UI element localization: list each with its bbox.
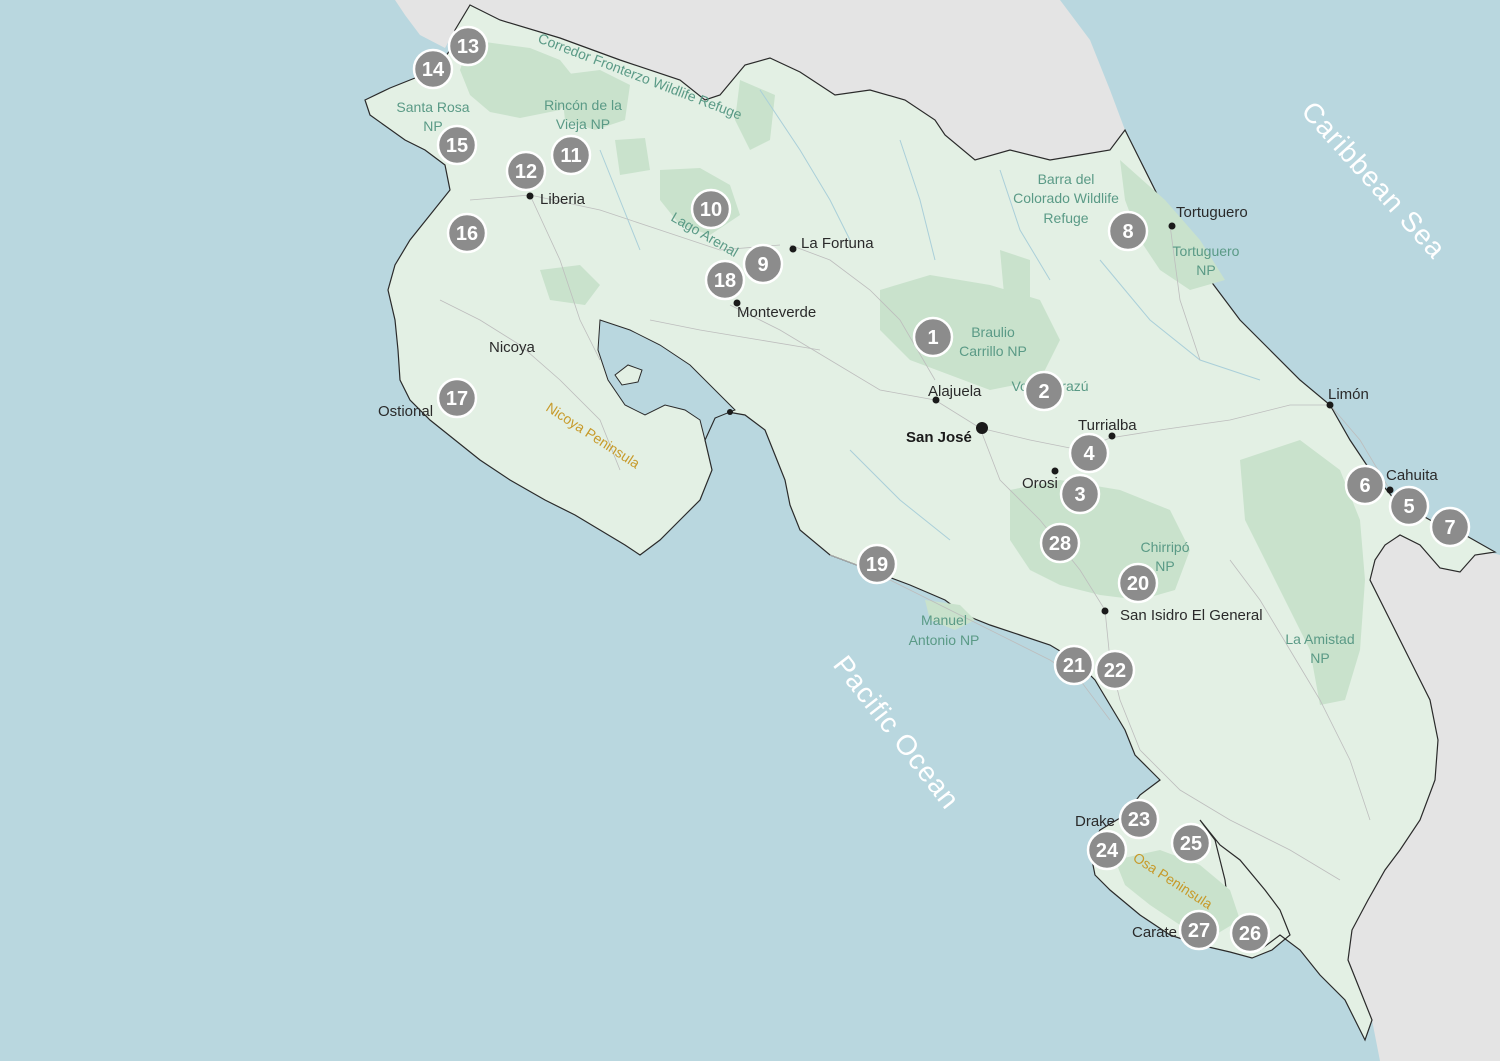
marker-4-label: 4 [1083, 443, 1095, 465]
marker-27-label: 27 [1188, 920, 1210, 942]
costa-rica-map: Caribbean Sea Pacific Ocean Nicoya Penin… [0, 0, 1500, 1061]
marker-7[interactable]: 7 [1429, 506, 1471, 548]
town-cahuita: Cahuita [1386, 467, 1438, 484]
marker-26[interactable]: 26 [1229, 912, 1271, 954]
marker-4[interactable]: 4 [1068, 432, 1110, 474]
marker-24[interactable]: 24 [1086, 829, 1128, 871]
marker-16-label: 16 [456, 223, 478, 245]
town-carate: Carate [1132, 924, 1177, 941]
marker-12[interactable]: 12 [505, 150, 547, 192]
santa-rosa-label: Santa Rosa [396, 99, 469, 115]
marker-17[interactable]: 17 [436, 377, 478, 419]
marker-21-label: 21 [1063, 655, 1085, 677]
marker-5-label: 5 [1403, 496, 1414, 518]
marker-2[interactable]: 2 [1023, 370, 1065, 412]
marker-26-label: 26 [1239, 923, 1261, 945]
manuel-antonio-label: Manuel [921, 612, 967, 628]
marker-22-label: 22 [1104, 660, 1126, 682]
la-amistad-np-label: NP [1310, 650, 1329, 666]
marker-23-label: 23 [1128, 809, 1150, 831]
town-alajuela: Alajuela [928, 383, 982, 400]
town-turrialba: Turrialba [1078, 417, 1137, 434]
marker-18-label: 18 [714, 270, 736, 292]
rincon-np-label: Vieja NP [556, 116, 610, 132]
marker-1[interactable]: 1 [912, 316, 954, 358]
marker-19-label: 19 [866, 554, 888, 576]
marker-18[interactable]: 18 [704, 259, 746, 301]
chirripo-np-label: NP [1155, 558, 1174, 574]
marker-23[interactable]: 23 [1118, 798, 1160, 840]
town-drake: Drake [1075, 813, 1115, 830]
marker-10-label: 10 [700, 199, 722, 221]
marker-17-label: 17 [446, 388, 468, 410]
town-orosi: Orosi [1022, 475, 1058, 492]
marker-25-label: 25 [1180, 833, 1202, 855]
marker-15-label: 15 [446, 135, 468, 157]
town-liberia: Liberia [540, 191, 586, 208]
marker-8-label: 8 [1122, 221, 1133, 243]
marker-2-label: 2 [1038, 381, 1049, 403]
marker-12-label: 12 [515, 161, 537, 183]
marker-15[interactable]: 15 [436, 124, 478, 166]
barra-colorado-label: Barra del [1038, 171, 1095, 187]
marker-14[interactable]: 14 [412, 48, 454, 90]
marker-8[interactable]: 8 [1107, 210, 1149, 252]
barra-colorado-3-label: Refuge [1043, 210, 1088, 226]
marker-3-label: 3 [1074, 484, 1085, 506]
town-san-jose: San José [906, 429, 972, 446]
town-san-isidro: San Isidro El General [1120, 607, 1263, 624]
marker-20[interactable]: 20 [1117, 562, 1159, 604]
marker-28[interactable]: 28 [1039, 522, 1081, 564]
town-monteverde: Monteverde [737, 304, 816, 321]
marker-22[interactable]: 22 [1094, 649, 1136, 691]
braulio-carrillo-label: Braulio [971, 324, 1015, 340]
marker-14-label: 14 [422, 59, 445, 81]
marker-9[interactable]: 9 [742, 243, 784, 285]
marker-7-label: 7 [1444, 517, 1455, 539]
marker-9-label: 9 [757, 254, 768, 276]
marker-19[interactable]: 19 [856, 543, 898, 585]
marker-3[interactable]: 3 [1059, 473, 1101, 515]
marker-6-label: 6 [1359, 475, 1370, 497]
marker-11[interactable]: 11 [550, 134, 592, 176]
town-nicoya: Nicoya [489, 339, 536, 356]
town-tortuguero: Tortuguero [1176, 204, 1248, 221]
marker-16[interactable]: 16 [446, 212, 488, 254]
marker-10[interactable]: 10 [690, 188, 732, 230]
marker-28-label: 28 [1049, 533, 1071, 555]
la-amistad-label: La Amistad [1285, 631, 1354, 647]
marker-13-label: 13 [457, 36, 479, 58]
manuel-antonio-2-label: Antonio NP [909, 632, 980, 648]
braulio-carrillo-2-label: Carrillo NP [959, 343, 1027, 359]
marker-13[interactable]: 13 [447, 25, 489, 67]
marker-11-label: 11 [560, 145, 581, 167]
marker-24-label: 24 [1096, 840, 1119, 862]
marker-6[interactable]: 6 [1344, 464, 1386, 506]
town-la-fortuna: La Fortuna [801, 235, 874, 252]
santa-rosa-np-label: NP [423, 118, 442, 134]
marker-5[interactable]: 5 [1388, 485, 1430, 527]
marker-25[interactable]: 25 [1170, 822, 1212, 864]
marker-1-label: 1 [927, 327, 938, 349]
marker-27[interactable]: 27 [1178, 909, 1220, 951]
chirripo-label: Chirripó [1140, 539, 1189, 555]
town-ostional: Ostional [378, 403, 433, 420]
marker-20-label: 20 [1127, 573, 1149, 595]
marker-21[interactable]: 21 [1053, 644, 1095, 686]
rincon-label: Rincón de la [544, 97, 622, 113]
town-limon: Limón [1328, 386, 1369, 403]
tortuguero-np-label: Tortuguero [1173, 243, 1240, 259]
barra-colorado-2-label: Colorado Wildlife [1013, 190, 1119, 206]
tortuguero-np-2-label: NP [1196, 262, 1215, 278]
